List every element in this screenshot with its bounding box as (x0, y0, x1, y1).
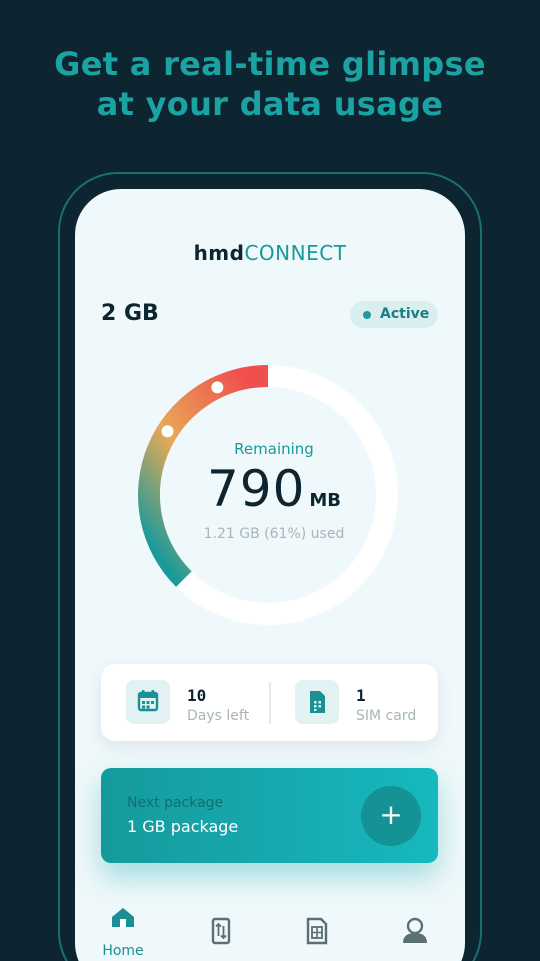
next-package-label: Next package (127, 795, 224, 811)
remaining-unit: MB (309, 490, 342, 511)
status-label: Active (380, 306, 430, 322)
remaining-number: 790 (206, 460, 306, 518)
used-text: 1.21 GB (61%) used (203, 526, 345, 542)
headline-line-1: Get a real-time glimpse (54, 45, 486, 83)
logo-hmd: hmd (193, 241, 245, 265)
next-package-card[interactable]: Next package 1 GB package + (101, 768, 438, 863)
sim-card-label: SIM card (356, 708, 417, 724)
remaining-value: 790 MB (129, 460, 419, 518)
phone-screen: hmdconnect 2 GB Active Remaining 790 MB 1… (75, 189, 465, 961)
remaining-label: Remaining (234, 440, 314, 458)
status-dot-icon (363, 311, 371, 319)
nav-item-sim[interactable] (287, 905, 347, 961)
plus-icon: + (379, 798, 403, 831)
info-card: 10 Days left 1 SIM card (101, 664, 438, 741)
gauge-center: Remaining 790 MB 1.21 GB (61%) used (129, 350, 419, 640)
nav-label-home: Home (102, 943, 144, 959)
days-left-value: 10 (187, 686, 207, 705)
home-icon (112, 908, 134, 927)
status-badge: Active (350, 301, 438, 328)
bottom-nav: Home (75, 895, 465, 961)
plan-size: 2 GB (101, 301, 159, 326)
add-package-button[interactable]: + (361, 786, 421, 846)
info-divider (269, 682, 271, 724)
nav-item-transfer[interactable] (191, 905, 251, 961)
profile-icon (403, 917, 427, 943)
days-left-label: Days left (187, 708, 250, 724)
nav-item-profile[interactable] (385, 905, 445, 961)
calendar-icon (126, 680, 170, 724)
phone-transfer-icon (211, 917, 231, 945)
app-logo: hmdconnect (75, 241, 465, 265)
headline-line-2: at your data usage (96, 85, 444, 123)
sim-card-value: 1 (356, 686, 366, 705)
nav-item-home[interactable]: Home (93, 905, 153, 961)
next-package-name: 1 GB package (127, 817, 239, 836)
sim-icon (306, 917, 328, 945)
logo-connect: connect (244, 241, 347, 265)
headline: Get a real-time glimpse at your data usa… (0, 44, 540, 124)
sim-card-icon (295, 680, 339, 724)
